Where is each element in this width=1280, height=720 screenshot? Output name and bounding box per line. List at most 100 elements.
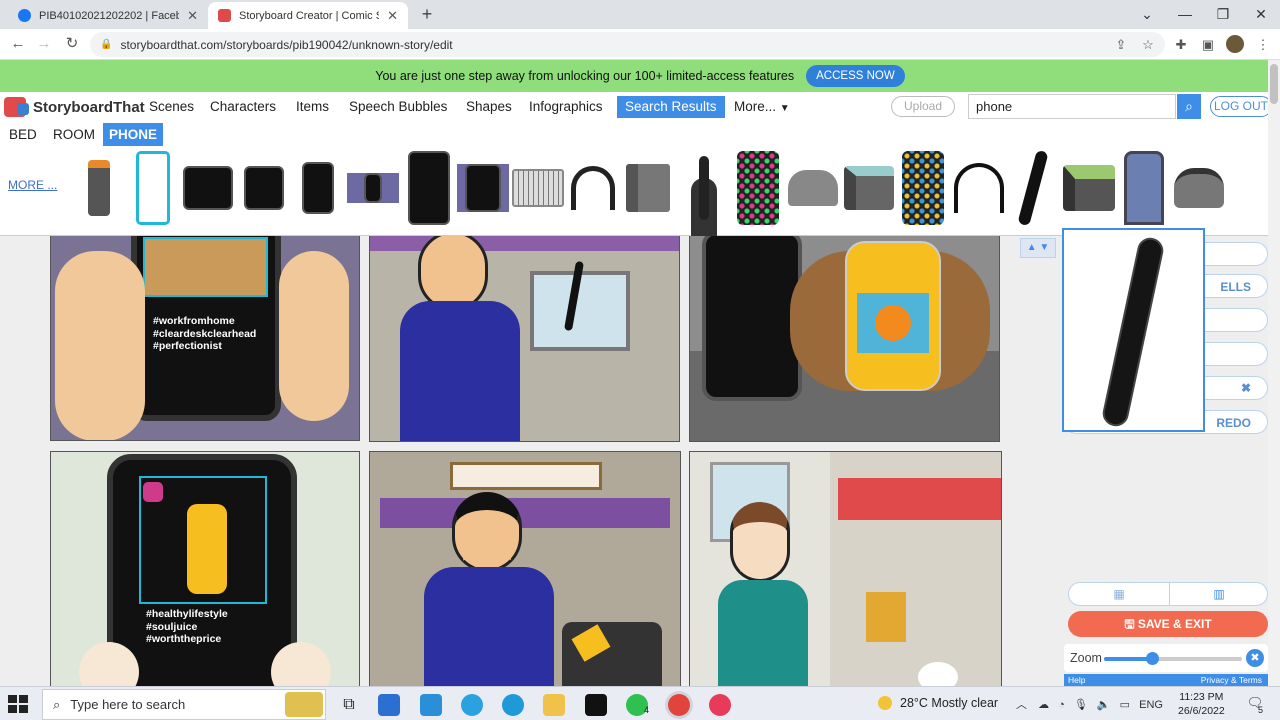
tab-facebook[interactable]: PIB40102021202202 | Facebook ✕ <box>8 2 208 29</box>
screen-recorder-icon[interactable] <box>709 694 731 716</box>
storyboardthat-logo[interactable]: StoryboardThat <box>4 96 145 118</box>
phone-in-hand-item[interactable] <box>292 148 344 228</box>
new-tab-button[interactable]: + <box>416 3 438 25</box>
nav-infographics[interactable]: Infographics <box>521 96 611 118</box>
category-bed[interactable]: BED <box>3 123 43 146</box>
tab-storyboard[interactable]: Storyboard Creator | Comic Strip ✕ <box>208 2 408 29</box>
forward-icon[interactable]: → <box>32 33 56 55</box>
expand-icon: ✖ <box>1240 381 1251 395</box>
url-field[interactable]: 🔒 storyboardthat.com/storyboards/pib1900… <box>90 32 1165 57</box>
headphones-item[interactable] <box>950 148 1008 228</box>
zoom-reset-icon[interactable]: ✖ <box>1246 649 1264 667</box>
logo-text: StoryboardThat <box>33 98 145 116</box>
edge-icon[interactable] <box>502 694 524 716</box>
category-room[interactable]: ROOM <box>47 123 101 146</box>
sidebar-icon[interactable]: ▣ <box>1197 34 1219 56</box>
category-phone[interactable]: PHONE <box>103 123 164 146</box>
nav-characters[interactable]: Characters <box>202 96 284 118</box>
search-button[interactable]: ⌕ <box>1177 94 1201 119</box>
walkie-talkie-item[interactable] <box>84 148 114 228</box>
zoom-label: Zoom <box>1070 651 1102 665</box>
telegram-icon[interactable] <box>461 694 483 716</box>
storyboard-cell-1[interactable]: #workfromhome #cleardeskclearhead #perfe… <box>50 236 360 441</box>
share-icon[interactable]: ⇪ <box>1110 34 1132 56</box>
task-view-icon[interactable]: ⧉ <box>338 694 360 716</box>
phone-hands-item[interactable] <box>238 148 290 228</box>
more-link[interactable]: MORE ... <box>8 178 57 192</box>
clock-date: 26/6/2022 <box>1178 705 1225 717</box>
battery-icon[interactable]: ▭ <box>1120 699 1130 711</box>
taskbar-clock[interactable]: 11:23 PM 26/6/2022 <box>1178 690 1225 718</box>
save-exit-button[interactable]: 🖫 SAVE & EXIT <box>1068 611 1268 637</box>
bookmark-star-icon[interactable]: ☆ <box>1137 34 1159 56</box>
storyboard-cell-4[interactable]: #healthylifestyle #souljuice #worththepr… <box>50 451 360 686</box>
storyboard-cell-6[interactable] <box>689 451 1002 686</box>
nav-search-results[interactable]: Search Results <box>617 96 725 118</box>
netflix-icon[interactable] <box>585 694 607 716</box>
weather-widget[interactable]: 28°C Mostly clear <box>878 696 998 710</box>
back-icon[interactable]: ← <box>6 33 30 55</box>
onedrive-icon[interactable]: ☁ <box>1038 699 1049 711</box>
maximize-icon[interactable]: ❐ <box>1204 0 1242 28</box>
minimize-icon[interactable]: — <box>1166 0 1204 28</box>
smartphone-apps-item[interactable] <box>735 148 781 228</box>
storyboard-cell-2[interactable] <box>369 236 680 442</box>
nav-items[interactable]: Items <box>288 96 337 118</box>
taskbar-search-box[interactable]: ⌕ Type here to search <box>42 689 326 720</box>
reload-icon[interactable]: ↻ <box>60 33 84 55</box>
close-icon[interactable]: ✕ <box>387 8 398 24</box>
candlestick-phone-item[interactable] <box>680 148 728 228</box>
scrollbar-thumb[interactable] <box>1270 64 1278 104</box>
slim-phone-item[interactable] <box>1014 148 1052 228</box>
zoom-slider-knob[interactable] <box>1146 652 1160 665</box>
nav-more[interactable]: More... ▼ <box>726 96 798 118</box>
upload-button[interactable]: Upload <box>891 96 955 117</box>
phone-held-item[interactable] <box>346 148 400 228</box>
windows-start-icon[interactable] <box>8 695 28 713</box>
window-close-icon[interactable]: ✕ <box>1242 0 1280 28</box>
search-input[interactable]: phone <box>968 94 1176 119</box>
nav-shapes[interactable]: Shapes <box>458 96 520 118</box>
grid-view-icon[interactable]: ▦ <box>1069 583 1169 605</box>
office-phone-item[interactable] <box>842 148 896 228</box>
wifi-icon[interactable]: ◔ <box>1058 699 1065 711</box>
profile-avatar[interactable] <box>1226 35 1244 53</box>
reorder-arrows-icon[interactable]: ▲ ▼ <box>1020 238 1056 258</box>
smartphone-apps-2-item[interactable] <box>900 148 946 228</box>
vintage-phone-item[interactable] <box>1170 148 1228 228</box>
nav-scenes[interactable]: Scenes <box>141 96 202 118</box>
store-icon[interactable] <box>378 694 400 716</box>
privacy-link[interactable]: Privacy & Terms <box>1201 674 1262 686</box>
language-indicator[interactable]: ENG <box>1139 699 1163 711</box>
logout-button[interactable]: LOG OUT <box>1210 96 1272 117</box>
volume-icon[interactable]: 🔈 <box>1097 699 1111 711</box>
extensions-icon[interactable]: ✚ <box>1170 34 1192 56</box>
help-link[interactable]: Help <box>1068 675 1085 685</box>
rotary-phone-item[interactable] <box>786 148 840 228</box>
page-scrollbar[interactable] <box>1268 60 1280 686</box>
cordless-phone-item[interactable] <box>622 148 674 228</box>
storyboard-cell-3[interactable] <box>689 236 1000 442</box>
nav-speech-bubbles[interactable]: Speech Bubbles <box>341 96 455 118</box>
help-bar: Help Privacy & Terms <box>1064 674 1268 686</box>
mail-icon[interactable] <box>420 694 442 716</box>
black-tablet-item[interactable] <box>406 148 452 228</box>
phone-booth-item[interactable] <box>1120 148 1168 228</box>
headset-item[interactable] <box>566 148 620 228</box>
tablet-grip-item[interactable] <box>456 148 510 228</box>
access-now-button[interactable]: ACCESS NOW <box>806 65 905 87</box>
storyboard-cell-5[interactable] <box>369 451 681 686</box>
keyboard-item[interactable] <box>511 148 565 228</box>
mic-icon[interactable]: 🎙 <box>1074 699 1088 711</box>
smartphone-white-item[interactable] <box>134 148 172 228</box>
file-explorer-icon[interactable] <box>543 694 565 716</box>
tab-search-icon[interactable]: ⌄ <box>1128 0 1166 28</box>
search-icon: ⌕ <box>53 696 61 712</box>
tray-chevron-icon[interactable]: ︿ <box>1016 699 1027 711</box>
menu-kebab-icon[interactable]: ⋮ <box>1252 34 1274 56</box>
panel-view-icon[interactable]: ▥ <box>1169 583 1268 605</box>
tablet-hands-item[interactable] <box>181 148 235 228</box>
chrome-icon[interactable] <box>668 694 690 716</box>
close-icon[interactable]: ✕ <box>187 8 198 24</box>
desk-phone-display-item[interactable] <box>1060 148 1118 228</box>
